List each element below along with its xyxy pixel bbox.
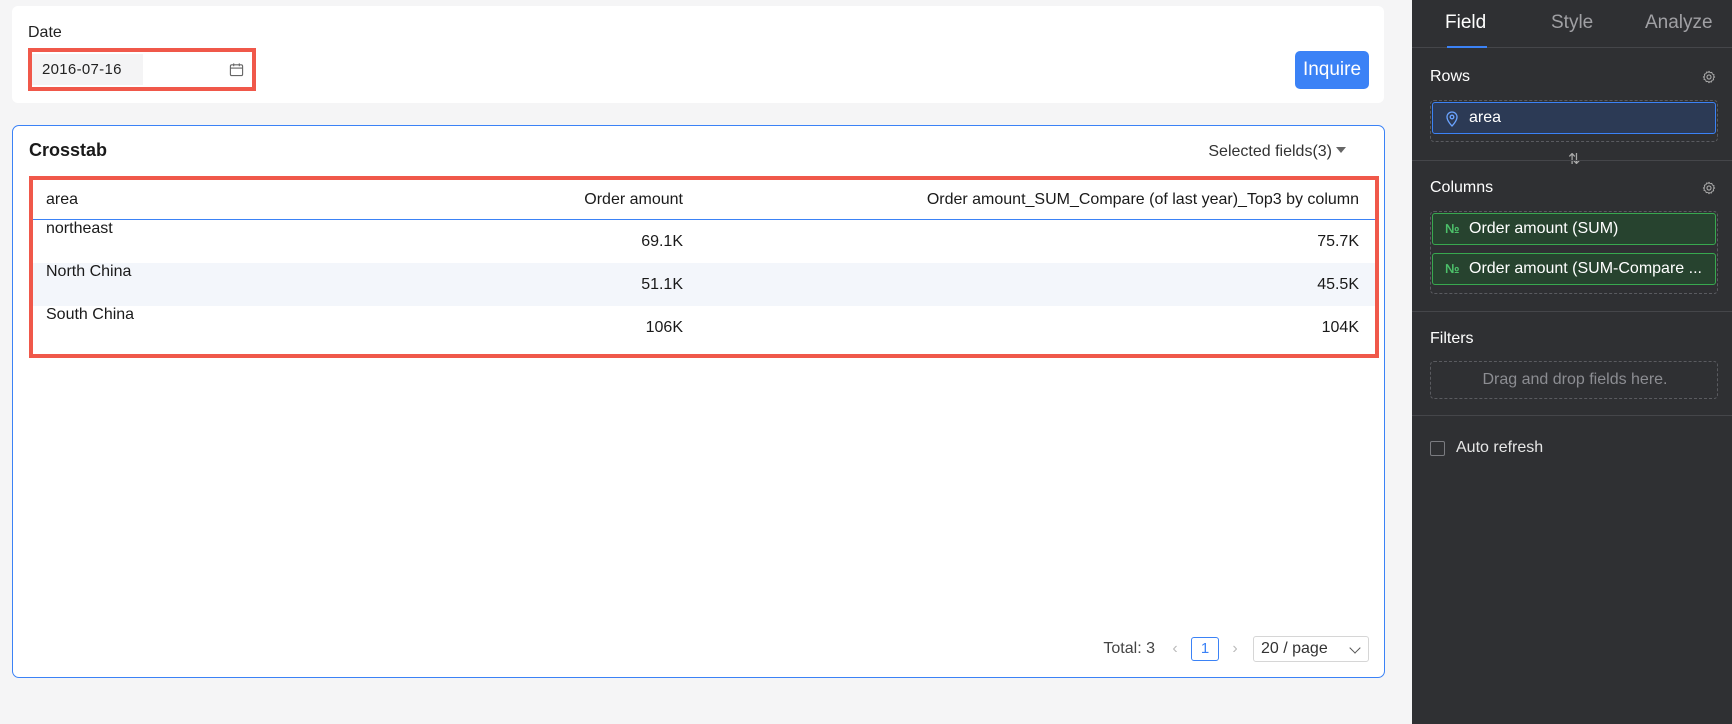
table-row: northeast 69.1K 75.7K	[33, 220, 1375, 263]
column-field-order-amount-sum-pill[interactable]: № Order amount (SUM)	[1432, 213, 1716, 245]
chevron-down-icon	[1349, 642, 1361, 654]
crosstab-table: area Order amount Order amount_SUM_Compa…	[33, 180, 1375, 349]
date-filter-label: Date	[28, 24, 62, 41]
rows-section-title: Rows	[1430, 68, 1471, 85]
tab-analyze[interactable]: Analyze	[1645, 12, 1713, 34]
column-field-order-amount-compare-pill[interactable]: № Order amount (SUM-Compare ...	[1432, 253, 1716, 285]
filter-card: Date 2016-07-16 Inquire	[12, 6, 1384, 103]
cell-area: South China	[46, 306, 135, 323]
calendar-icon[interactable]	[229, 62, 244, 77]
row-field-label: area	[1469, 109, 1502, 126]
cell-order-amount-compare: 45.5K	[1317, 276, 1359, 293]
active-tab-indicator	[1447, 46, 1487, 48]
cell-order-amount-compare: 75.7K	[1317, 233, 1359, 250]
table-row: South China 106K 104K	[33, 306, 1375, 349]
columns-settings-gear-icon[interactable]	[1702, 181, 1716, 195]
table-header-row: area Order amount Order amount_SUM_Compa…	[33, 180, 1375, 220]
column-header-area[interactable]: area	[46, 180, 78, 220]
cell-order-amount: 51.1K	[641, 276, 683, 293]
column-header-order-amount-compare[interactable]: Order amount_SUM_Compare (of last year)_…	[927, 180, 1359, 220]
column-header-order-amount[interactable]: Order amount	[584, 180, 683, 220]
filters-drop-zone[interactable]: Drag and drop fields here.	[1430, 361, 1718, 399]
column-field-label: Order amount (SUM-Compare ...	[1469, 260, 1702, 277]
section-divider	[1412, 311, 1732, 312]
next-page-icon[interactable]: ›	[1225, 640, 1245, 658]
date-picker-input[interactable]: 2016-07-16	[32, 52, 252, 87]
columns-section-title: Columns	[1430, 179, 1494, 196]
section-divider	[1412, 160, 1732, 161]
row-field-area-pill[interactable]: area	[1432, 102, 1716, 134]
caret-down-icon	[1336, 147, 1346, 153]
inquire-button[interactable]: Inquire	[1295, 51, 1369, 89]
page-number-button[interactable]: 1	[1191, 637, 1219, 661]
filters-placeholder: Drag and drop fields here.	[1482, 371, 1668, 388]
number-measure-icon: №	[1445, 221, 1460, 236]
table-row: North China 51.1K 45.5K	[33, 263, 1375, 306]
column-field-label: Order amount (SUM)	[1469, 220, 1619, 237]
filters-section-title: Filters	[1430, 330, 1474, 347]
tab-field[interactable]: Field	[1445, 12, 1486, 34]
cell-order-amount: 69.1K	[641, 233, 683, 250]
date-value[interactable]: 2016-07-16	[32, 54, 143, 85]
config-panel: Field Style Analyze Rows area ⇅ Columns …	[1412, 0, 1732, 724]
page-size-label: 20 / page	[1261, 640, 1328, 657]
cell-area: North China	[46, 263, 132, 280]
pagination: Total: 3 ‹ 1 › 20 / page	[1103, 636, 1369, 662]
cell-area: northeast	[46, 220, 113, 237]
selected-fields-label: Selected fields(3)	[1208, 143, 1332, 160]
crosstab-title: Crosstab	[29, 140, 108, 160]
cell-order-amount: 106K	[645, 319, 683, 336]
tab-style[interactable]: Style	[1551, 12, 1593, 34]
section-divider	[1412, 415, 1732, 416]
location-pin-icon	[1446, 111, 1458, 127]
cell-order-amount-compare: 104K	[1321, 319, 1359, 336]
page-size-select[interactable]: 20 / page	[1253, 636, 1369, 662]
auto-refresh-label[interactable]: Auto refresh	[1456, 439, 1543, 457]
panel-tabs: Field Style Analyze	[1412, 0, 1732, 48]
rows-settings-gear-icon[interactable]	[1702, 70, 1716, 84]
swap-rows-columns-icon[interactable]: ⇅	[1568, 150, 1581, 168]
auto-refresh-checkbox[interactable]	[1430, 441, 1445, 456]
number-measure-icon: №	[1445, 261, 1460, 276]
crosstab-card: Crosstab Selected fields(3) area Order a…	[12, 125, 1385, 678]
pagination-total: Total: 3	[1103, 640, 1155, 657]
selected-fields-dropdown[interactable]: Selected fields(3)	[1208, 143, 1346, 161]
prev-page-icon[interactable]: ‹	[1165, 640, 1185, 658]
